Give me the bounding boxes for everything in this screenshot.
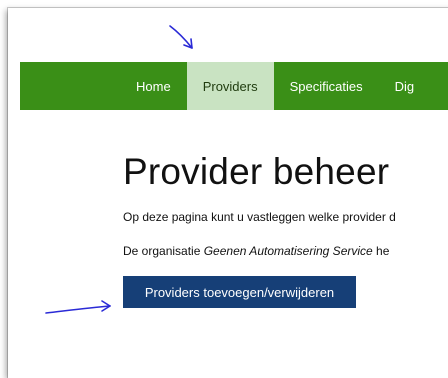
nav-item-specificaties[interactable]: Specificaties	[274, 62, 379, 110]
organisation-name: Geenen Automatisering Service	[203, 244, 373, 258]
intro-text: Op deze pagina kunt u vastleggen welke p…	[123, 210, 396, 224]
nav-item-providers[interactable]: Providers	[186, 62, 274, 110]
arrow-annotation-icon	[45, 300, 111, 314]
main-navigation: Home Providers Specificaties Dig	[20, 62, 448, 110]
organisation-text: De organisatie Geenen Automatisering Ser…	[123, 244, 389, 258]
organisation-text-prefix: De organisatie	[123, 244, 204, 258]
organisation-text-suffix: he	[372, 244, 390, 258]
providers-add-remove-button[interactable]: Providers toevoegen/verwijderen	[123, 276, 356, 308]
page-title: Provider beheer	[123, 151, 390, 192]
nav-item-dig[interactable]: Dig	[379, 62, 431, 110]
nav-item-home[interactable]: Home	[120, 62, 187, 110]
arrow-annotation-icon	[169, 25, 193, 49]
